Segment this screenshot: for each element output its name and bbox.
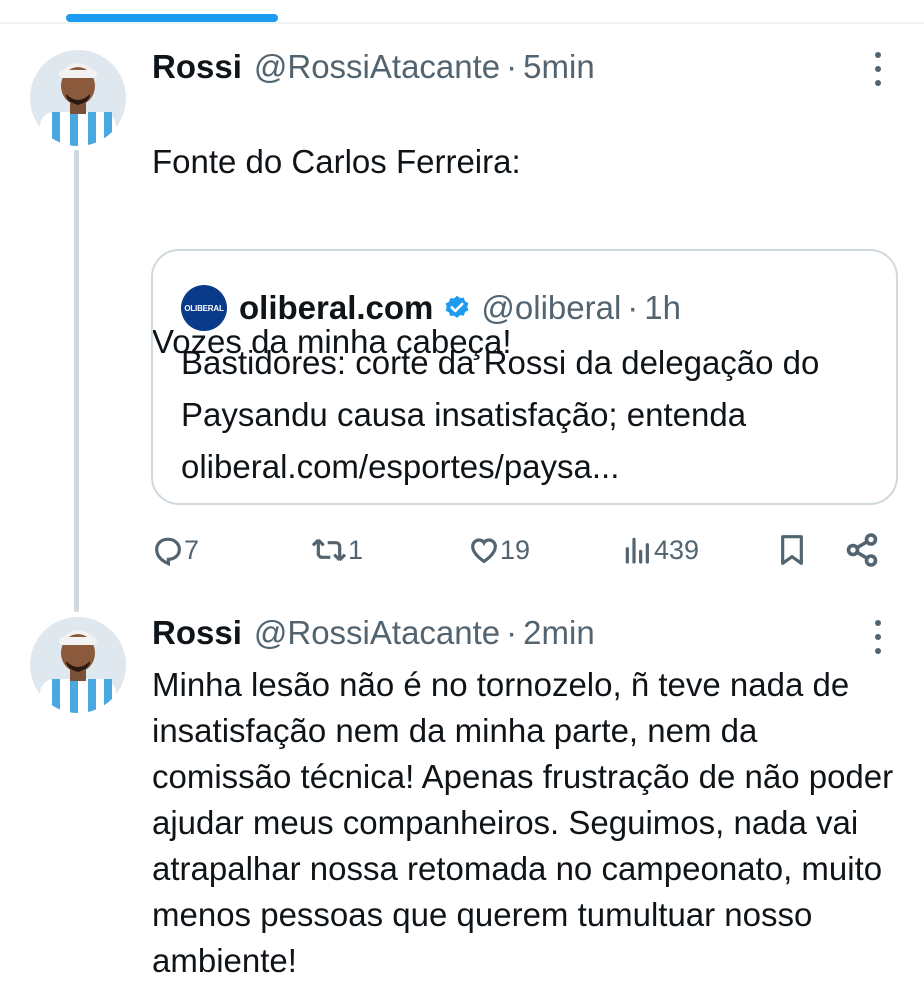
tweet-header: Rossi @RossiAtacante · 2min <box>152 614 595 652</box>
top-divider <box>0 22 924 24</box>
timestamp[interactable]: 2min <box>523 614 595 652</box>
reply-count: 7 <box>184 534 200 565</box>
separator-dot: · <box>627 289 639 326</box>
avatar[interactable] <box>30 50 126 146</box>
quoted-tweet-text: Bastidores: corte da Rossi da delegação … <box>181 344 820 485</box>
more-icon[interactable] <box>872 52 884 86</box>
more-icon[interactable] <box>872 620 884 654</box>
author-name[interactable]: Rossi <box>152 48 242 86</box>
heart-icon <box>471 538 497 564</box>
retweet-button[interactable]: 1 <box>310 528 363 572</box>
avatar[interactable] <box>30 617 126 713</box>
views-count: 439 <box>654 534 700 565</box>
share-button[interactable] <box>844 528 880 572</box>
views-button[interactable]: 439 <box>622 528 699 572</box>
tweet-header: Rossi @RossiAtacante · 5min <box>152 48 595 86</box>
reply-icon <box>155 537 181 566</box>
quoted-timestamp[interactable]: 1h <box>644 289 681 327</box>
tweet-actions-bar: 7 1 19 439 <box>152 528 892 572</box>
timestamp[interactable]: 5min <box>523 48 595 86</box>
verified-badge-icon <box>446 295 469 318</box>
author-handle[interactable]: @RossiAtacante <box>254 614 500 652</box>
share-icon <box>846 533 878 567</box>
quoted-author-handle[interactable]: @oliberal <box>481 289 621 327</box>
retweet-count: 1 <box>348 534 364 565</box>
author-handle[interactable]: @RossiAtacante <box>254 48 500 86</box>
quoted-tweet-card[interactable]: OLIBERAL oliberal.com @oliberal · 1h Bas… <box>151 249 898 505</box>
author-name[interactable]: Rossi <box>152 614 242 652</box>
oliberal-logo: OLIBERAL <box>181 285 227 331</box>
like-button[interactable]: 19 <box>468 528 530 572</box>
like-count: 19 <box>500 534 531 565</box>
reply-button[interactable]: 7 <box>152 528 199 572</box>
active-tab-indicator <box>66 14 278 22</box>
views-icon <box>625 537 649 564</box>
separator-dot: · <box>506 614 518 651</box>
tweet-text-line: Fonte do Carlos Ferreira: <box>152 143 521 180</box>
bookmark-icon <box>781 535 803 565</box>
tweet-text: Minha lesão não é no tornozelo, ñ teve n… <box>152 666 894 979</box>
bookmark-button[interactable] <box>776 528 808 572</box>
retweet-icon <box>311 538 347 562</box>
quoted-author-name[interactable]: oliberal.com <box>239 289 433 327</box>
thread-connector-line <box>74 150 79 612</box>
quoted-tweet-header: OLIBERAL oliberal.com @oliberal · 1h <box>181 285 681 331</box>
separator-dot: · <box>506 48 518 85</box>
